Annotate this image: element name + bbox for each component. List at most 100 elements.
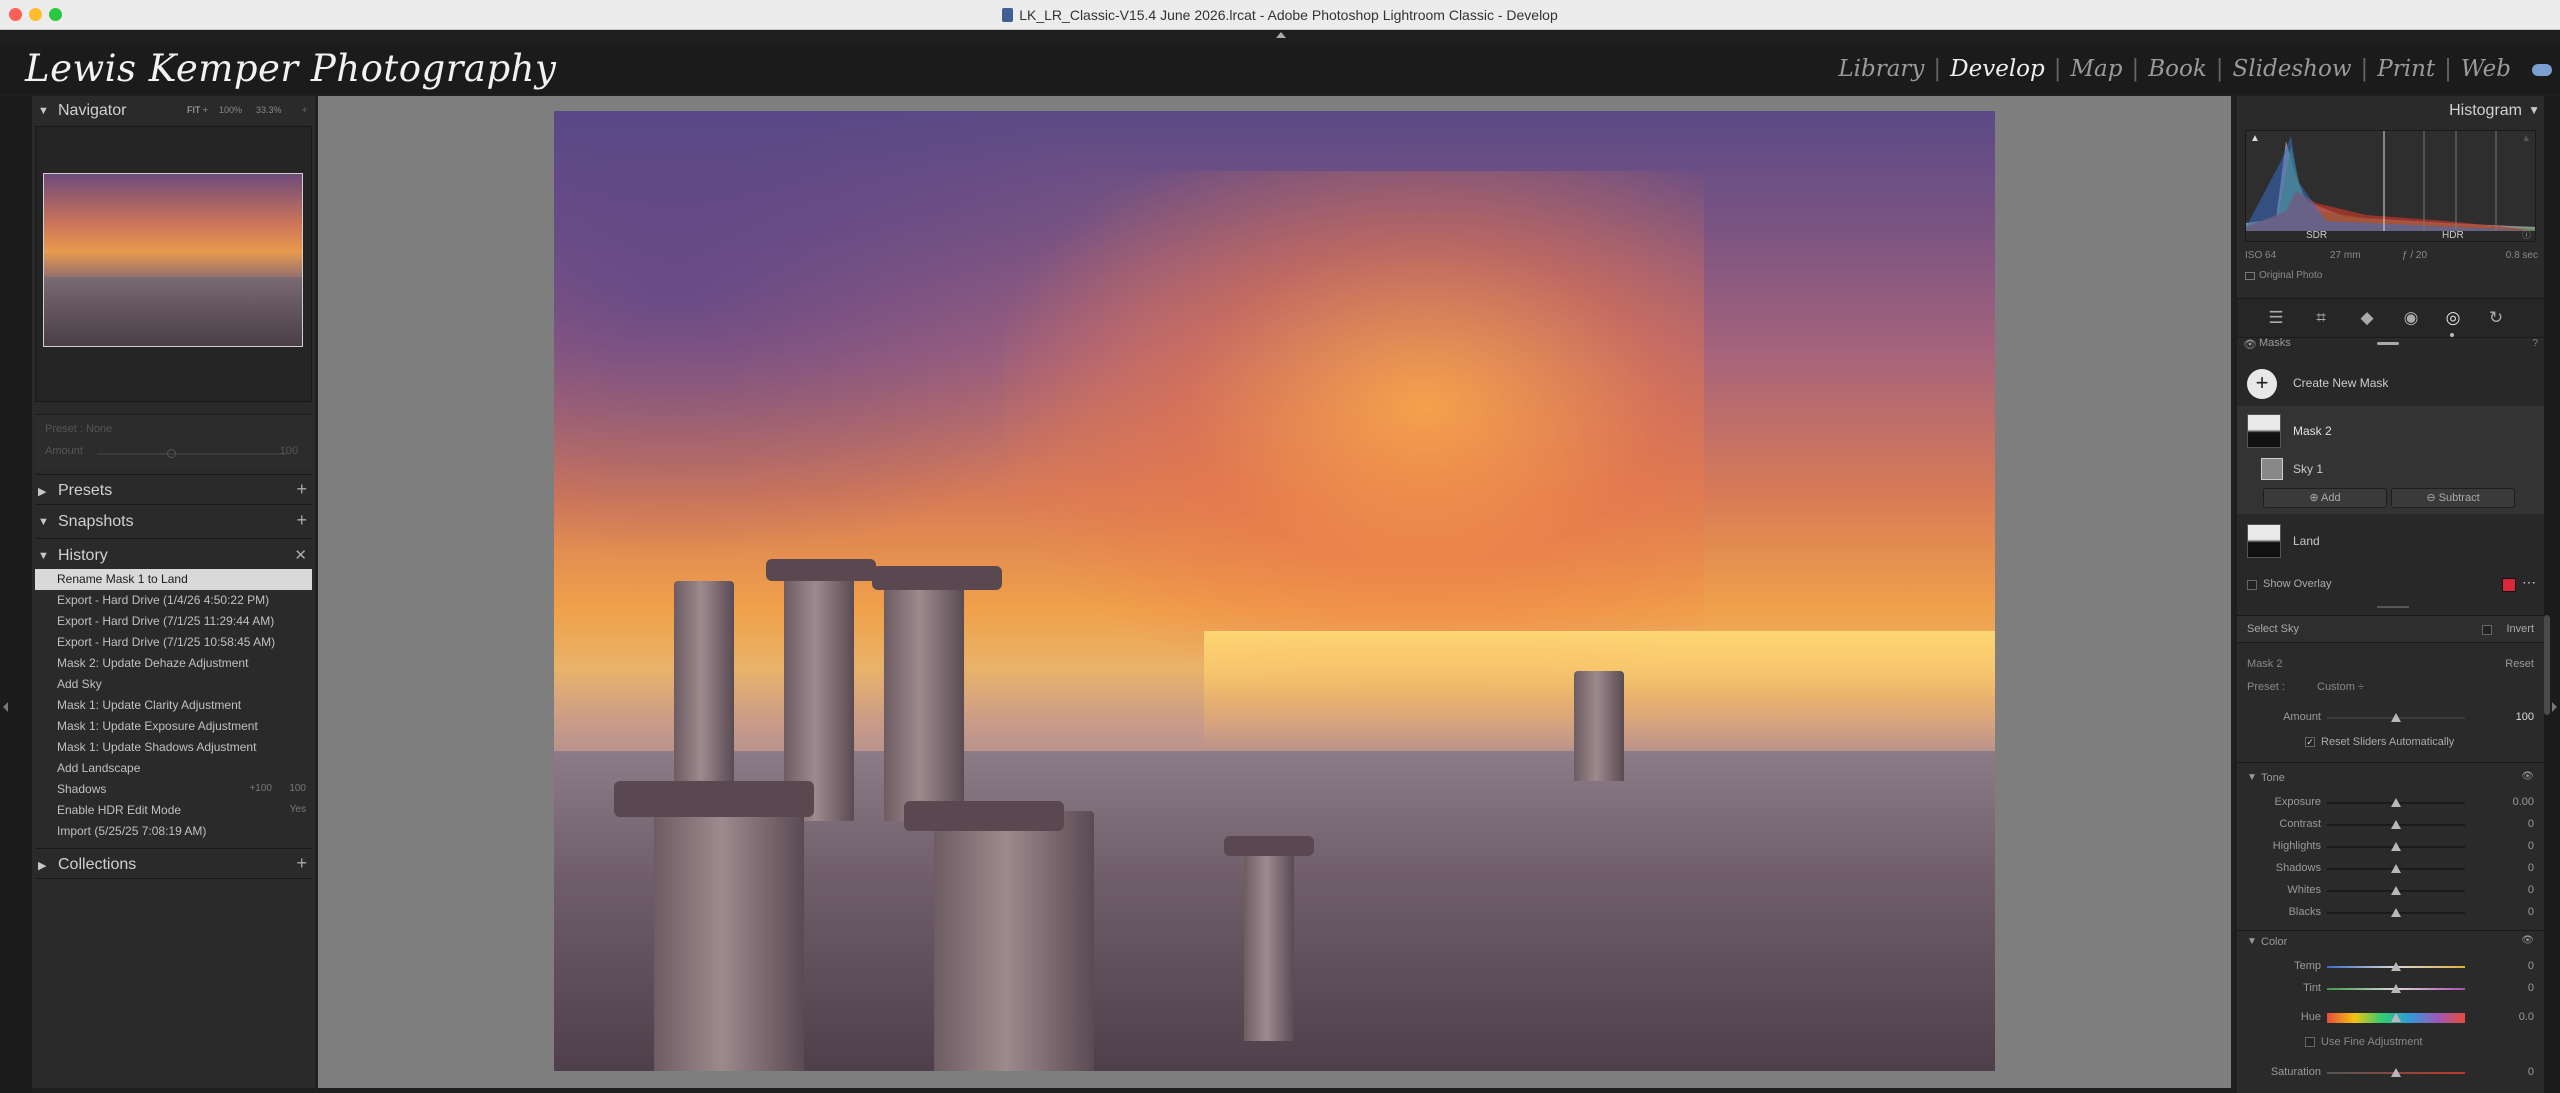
history-item[interactable]: Enable HDR Edit Mode Yes (35, 800, 312, 821)
history-header[interactable]: ▼ History ✕ (32, 541, 315, 571)
healing-eraser-icon[interactable]: ◆ (2356, 307, 2378, 329)
whites-value[interactable]: 0 (2528, 884, 2534, 896)
masking-icon[interactable]: ◎ (2442, 307, 2464, 329)
highlights-value[interactable]: 0 (2528, 840, 2534, 852)
masks-help-icon[interactable]: ? (2532, 338, 2538, 349)
mask2-thumbnail[interactable] (2247, 414, 2281, 448)
create-new-mask-button[interactable]: + (2247, 369, 2277, 399)
mask-preset-select[interactable]: Custom ÷ (2317, 681, 2364, 693)
collections-header[interactable]: ▶ Collections + (32, 850, 315, 880)
reset-button[interactable]: Reset (2505, 658, 2534, 670)
tint-slider-thumb[interactable] (2391, 984, 2401, 993)
reset-sliders-checkbox[interactable]: ✓ (2305, 737, 2315, 747)
presets-header[interactable]: ▶ Presets + (32, 476, 315, 506)
cloud-sync-icon[interactable] (2532, 64, 2552, 76)
saturation-slider[interactable] (2327, 1068, 2465, 1077)
color-section-header[interactable]: ▼ Color 👁 (2237, 934, 2544, 956)
sky1-label[interactable]: Sky 1 (2293, 462, 2323, 476)
contrast-slider[interactable] (2327, 820, 2465, 829)
module-web[interactable]: Web (2452, 56, 2520, 82)
amount-value[interactable]: 100 (2516, 711, 2534, 723)
amount-slider-thumb[interactable] (2391, 713, 2401, 722)
temp-slider[interactable] (2327, 962, 2465, 971)
mask-visibility-eye-icon[interactable]: 👁 (2243, 338, 2257, 351)
saturation-value[interactable]: 0 (2528, 1066, 2534, 1078)
add-collection-icon[interactable]: + (296, 853, 307, 874)
navigator-header[interactable]: ▼ Navigator FIT ÷ 100% 33.3% ÷ (32, 96, 315, 126)
fine-adjustment-checkbox[interactable] (2305, 1037, 2315, 1047)
history-item[interactable]: Mask 2: Update Dehaze Adjustment (35, 653, 312, 674)
masks-resize-handle[interactable] (2377, 606, 2409, 608)
hdr-info-icon[interactable]: ⓘ (2522, 228, 2531, 241)
invert-checkbox[interactable] (2482, 625, 2492, 635)
zoom-fit-option[interactable]: FIT ÷ (187, 105, 208, 115)
amount-slider[interactable] (2327, 713, 2465, 722)
history-item[interactable]: Mask 1: Update Clarity Adjustment (35, 695, 312, 716)
history-item[interactable]: Export - Hard Drive (7/1/25 11:29:44 AM) (35, 611, 312, 632)
module-library[interactable]: Library (1829, 56, 1933, 82)
shadows-slider-thumb[interactable] (2391, 864, 2401, 873)
whites-slider[interactable] (2327, 886, 2465, 895)
temp-value[interactable]: 0 (2528, 960, 2534, 972)
red-eye-icon[interactable]: ◉ (2400, 307, 2422, 329)
tone-visibility-eye-icon[interactable]: 👁 (2521, 771, 2534, 782)
shadows-slider[interactable] (2327, 864, 2465, 873)
exposure-value[interactable]: 0.00 (2513, 796, 2534, 808)
highlights-slider[interactable] (2327, 842, 2465, 851)
snapshots-header[interactable]: ▼ Snapshots + (32, 507, 315, 537)
contrast-value[interactable]: 0 (2528, 818, 2534, 830)
overlay-color-swatch[interactable] (2502, 578, 2516, 592)
history-item[interactable]: Import (5/25/25 7:08:19 AM) (35, 821, 312, 842)
module-book[interactable]: Book (2139, 56, 2216, 82)
create-new-mask-label[interactable]: Create New Mask (2293, 376, 2388, 390)
crop-icon[interactable]: ⌗ (2310, 307, 2332, 329)
temp-slider-thumb[interactable] (2391, 962, 2401, 971)
shadow-clipping-icon[interactable]: ▲ (2250, 133, 2260, 144)
exposure-slider[interactable] (2327, 798, 2465, 807)
mask2-label[interactable]: Mask 2 (2293, 424, 2332, 438)
exposure-slider-thumb[interactable] (2391, 798, 2401, 807)
subtract-mask-component-button[interactable]: ⊖ Subtract (2391, 488, 2515, 508)
history-item[interactable]: Mask 1: Update Exposure Adjustment (35, 716, 312, 737)
whites-slider-thumb[interactable] (2391, 886, 2401, 895)
blacks-slider[interactable] (2327, 908, 2465, 917)
clear-history-icon[interactable]: ✕ (294, 546, 307, 564)
right-panel-scrollbar[interactable] (2544, 615, 2550, 715)
zoom-33-option[interactable]: 33.3% (256, 105, 282, 115)
history-item[interactable]: Add Landscape (35, 758, 312, 779)
module-slideshow[interactable]: Slideshow (2224, 56, 2361, 82)
history-item[interactable]: Export - Hard Drive (7/1/25 10:58:45 AM) (35, 632, 312, 653)
color-visibility-eye-icon[interactable]: 👁 (2521, 935, 2534, 946)
original-photo-checkbox[interactable] (2245, 272, 2255, 280)
sky1-component-thumbnail[interactable] (2261, 458, 2283, 480)
add-preset-icon[interactable]: + (296, 479, 307, 500)
history-item[interactable]: Add Sky (35, 674, 312, 695)
tint-value[interactable]: 0 (2528, 982, 2534, 994)
main-photo[interactable] (554, 111, 1995, 1071)
module-print[interactable]: Print (2368, 56, 2444, 82)
toggle-right-panel-icon[interactable] (2552, 702, 2557, 712)
highlights-slider-thumb[interactable] (2391, 842, 2401, 851)
zoom-menu-toggle[interactable]: ÷ (302, 105, 307, 115)
module-develop[interactable]: Develop (1941, 56, 2054, 82)
history-item[interactable]: Shadows +100 100 (35, 779, 312, 800)
hue-slider[interactable] (2327, 1013, 2465, 1023)
blacks-slider-thumb[interactable] (2391, 908, 2401, 917)
history-item[interactable]: Mask 1: Update Shadows Adjustment (35, 737, 312, 758)
land-mask-label[interactable]: Land (2293, 534, 2320, 548)
edit-sliders-icon[interactable]: ☰ (2265, 307, 2287, 329)
add-mask-component-button[interactable]: ⊕ Add (2263, 488, 2387, 508)
show-overlay-checkbox[interactable] (2247, 580, 2257, 590)
collapse-top-panel-icon[interactable] (1276, 32, 1286, 38)
more-options-icon[interactable]: ⋯ (2522, 574, 2536, 591)
tone-section-header[interactable]: ▼ Tone 👁 (2237, 770, 2544, 792)
amount-slider-thumb[interactable] (167, 449, 176, 458)
presets-cycle-icon[interactable]: ↻ (2485, 307, 2507, 329)
history-item[interactable]: Export - Hard Drive (1/4/26 4:50:22 PM) (35, 590, 312, 611)
saturation-slider-thumb[interactable] (2391, 1068, 2401, 1077)
add-snapshot-icon[interactable]: + (296, 510, 307, 531)
histogram-header[interactable]: Histogram ▼ (2237, 96, 2544, 124)
navigator-preview[interactable] (35, 126, 312, 402)
hue-value[interactable]: 0.0 (2519, 1011, 2534, 1023)
contrast-slider-thumb[interactable] (2391, 820, 2401, 829)
